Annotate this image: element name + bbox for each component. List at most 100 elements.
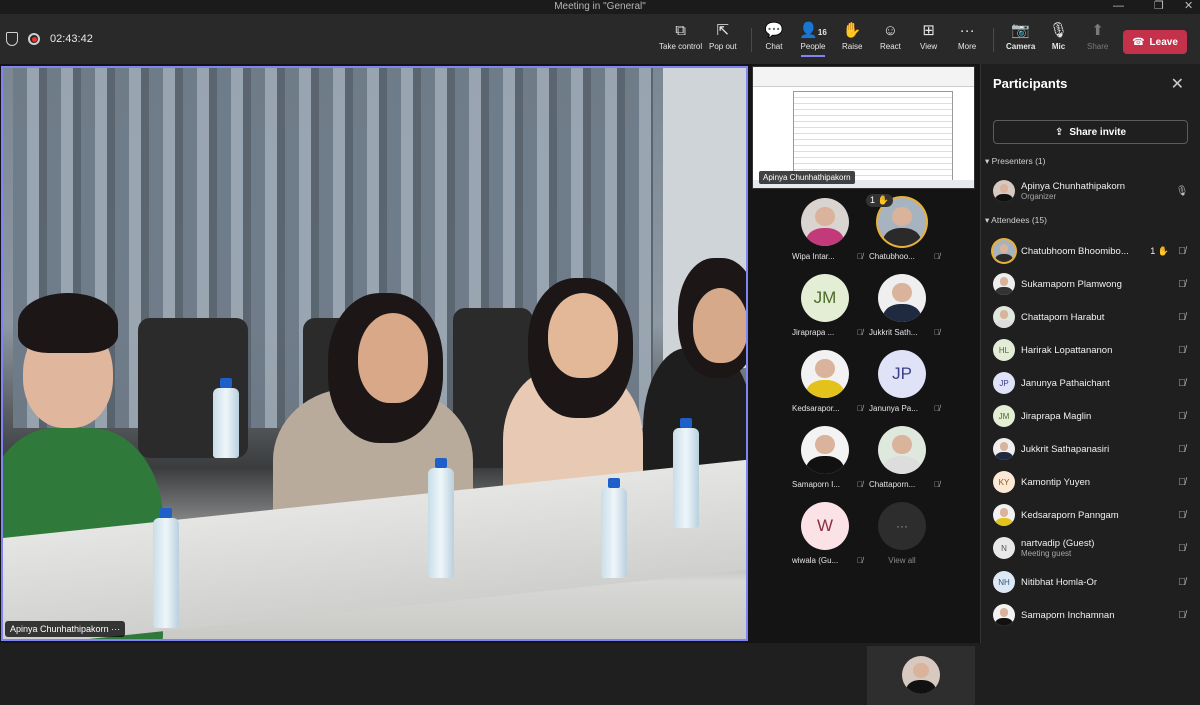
- more-options-icon[interactable]: ···: [111, 624, 120, 634]
- mic-off-icon: 🎙: [1049, 22, 1069, 39]
- avatar: [993, 180, 1015, 202]
- mic-off-icon: 🎙̸: [857, 404, 863, 413]
- participant-row[interactable]: Chatubhoom Bhoomibo... 1 ✋ 🎙̸: [993, 239, 1189, 263]
- grid-icon: ⊞: [922, 22, 935, 39]
- participant-row[interactable]: NH Nitibhat Homla-Or 🎙̸: [993, 570, 1189, 594]
- mic-off-icon: 🎙̸: [1178, 476, 1186, 488]
- participant-row[interactable]: Samaporn Inchamnan 🎙̸: [993, 603, 1189, 627]
- gallery-tile[interactable]: Kedsarapor... 🎙̸: [787, 350, 863, 413]
- avatar: [878, 426, 926, 474]
- close-icon[interactable]: ✕: [1171, 74, 1184, 94]
- minimize-icon[interactable]: —: [1113, 0, 1124, 13]
- mic-off-icon: 🎙̸: [1178, 509, 1186, 521]
- chat-button[interactable]: 💬 Chat: [764, 22, 784, 51]
- attendees-header[interactable]: ▾ Attendees (15): [985, 215, 1047, 226]
- mic-off-icon: 🎙̸: [1178, 609, 1186, 621]
- gallery-tile[interactable]: Jukkrit Sath... 🎙̸: [864, 274, 940, 337]
- gallery-tile[interactable]: JP Janunya Pa... 🎙̸: [864, 350, 940, 413]
- water-bottle: [673, 418, 699, 528]
- people-count: 16: [817, 28, 827, 37]
- shared-screen-label: Apinya Chunhathipakorn: [759, 171, 855, 184]
- participants-panel: Participants ✕ ⇪ Share invite ▾ Presente…: [980, 64, 1200, 643]
- smiley-icon: ☺: [882, 22, 899, 39]
- view-button[interactable]: ⊞ View: [920, 22, 937, 51]
- avatar: NH: [993, 571, 1015, 593]
- mic-off-icon: 🎙̸: [857, 480, 863, 489]
- mic-off-icon: 🎙̸: [1178, 542, 1186, 554]
- take-control-button[interactable]: ⧉ Take control: [659, 22, 702, 51]
- avatar: [801, 350, 849, 398]
- mic-off-icon: 🎙̸: [934, 252, 940, 261]
- gallery-tile[interactable]: JM Jiraprapa ... 🎙̸: [787, 274, 863, 337]
- raise-hand-button[interactable]: ✋ Raise: [842, 22, 862, 51]
- participant-gallery: Wipa Intar... 🎙̸ 1 ✋ Chatubhoo... 🎙̸ JM …: [752, 192, 975, 643]
- mic-off-icon: 🎙̸: [934, 480, 940, 489]
- hand-icon: ✋: [842, 22, 862, 39]
- avatar: [993, 273, 1015, 295]
- water-bottle: [428, 458, 454, 578]
- avatar: [993, 438, 1015, 460]
- mic-off-icon: 🎙̸: [1178, 278, 1186, 290]
- main-video[interactable]: Apinya Chunhathipakorn ···: [1, 66, 748, 641]
- pop-out-button[interactable]: ⇱ Pop out: [709, 22, 737, 51]
- close-window-icon[interactable]: ✕: [1184, 0, 1193, 13]
- meeting-timer: 02:43:42: [50, 33, 93, 45]
- main-video-nameplate: Apinya Chunhathipakorn ···: [5, 621, 126, 637]
- mic-off-icon: 🎙̸: [1178, 410, 1186, 422]
- participant-row[interactable]: HL Harirak Lopattananon 🎙̸: [993, 338, 1189, 362]
- camera-button[interactable]: 📷 Camera: [1006, 22, 1035, 51]
- participant-row[interactable]: Kedsaraporn Panngam 🎙̸: [993, 503, 1189, 527]
- participant-row[interactable]: KY Kamontip Yuyen 🎙̸: [993, 470, 1189, 494]
- participant-row[interactable]: JP Janunya Pathaichant 🎙̸: [993, 371, 1189, 395]
- participant-row[interactable]: Apinya Chunhathipakorn Organizer 🎙: [993, 179, 1189, 203]
- more-icon: ···: [878, 502, 926, 550]
- people-button[interactable]: 👤16 People: [799, 22, 827, 57]
- panel-title: Participants: [993, 76, 1068, 91]
- window-title: Meeting in "General": [554, 1, 646, 12]
- mic-off-icon: 🎙̸: [934, 328, 940, 337]
- avatar: N: [993, 537, 1015, 559]
- avatar: JP: [993, 372, 1015, 394]
- react-button[interactable]: ☺ React: [880, 22, 901, 51]
- chat-icon: 💬: [764, 22, 784, 39]
- more-button[interactable]: ··· More: [958, 22, 976, 51]
- avatar: [993, 240, 1015, 262]
- self-view[interactable]: [867, 646, 975, 705]
- share-screen-icon: ⬆: [1091, 22, 1104, 39]
- share-icon: ⇪: [1054, 126, 1064, 138]
- avatar: W: [801, 502, 849, 550]
- mic-off-icon: 🎙̸: [1178, 311, 1186, 323]
- people-icon: 👤16: [799, 22, 827, 39]
- view-all-button[interactable]: ··· View all: [864, 502, 940, 565]
- gallery-tile[interactable]: Chattaporn... 🎙̸: [864, 426, 940, 489]
- more-icon: ···: [959, 22, 975, 39]
- mic-off-icon: 🎙̸: [1178, 443, 1186, 455]
- gallery-tile[interactable]: W wiwala (Gu... 🎙̸: [787, 502, 863, 565]
- participant-row[interactable]: JM Jiraprapa Maglin 🎙̸: [993, 404, 1189, 428]
- mic-off-icon: 🎙̸: [934, 404, 940, 413]
- share-button[interactable]: ⬆ Share: [1087, 22, 1108, 51]
- gallery-tile[interactable]: 1 ✋ Chatubhoo... 🎙̸: [864, 194, 940, 261]
- raised-hand-badge: 1 ✋: [866, 194, 893, 207]
- shared-screen[interactable]: Apinya Chunhathipakorn: [752, 66, 975, 189]
- toolbar-divider: [993, 28, 994, 52]
- participant-row[interactable]: N nartvadip (Guest) Meeting guest 🎙̸: [993, 536, 1189, 560]
- person-hair: [18, 293, 118, 353]
- presenters-header[interactable]: ▾ Presenters (1): [985, 156, 1046, 167]
- raised-hand-badge: 1 ✋: [1150, 245, 1169, 256]
- restore-icon[interactable]: ❐: [1154, 0, 1164, 13]
- self-avatar: [902, 656, 940, 694]
- gallery-tile[interactable]: Samaporn I... 🎙̸: [787, 426, 863, 489]
- gallery-tile[interactable]: Wipa Intar... 🎙̸: [787, 198, 863, 261]
- meeting-stage: Apinya Chunhathipakorn ··· Apinya Chunha…: [0, 64, 980, 705]
- avatar: HL: [993, 339, 1015, 361]
- leave-button[interactable]: ☎ Leave: [1123, 30, 1187, 54]
- avatar: [801, 426, 849, 474]
- participant-row[interactable]: Jukkrit Sathapanasiri 🎙̸: [993, 437, 1189, 461]
- title-bar: Meeting in "General" — ❐ ✕: [0, 0, 1200, 14]
- participant-row[interactable]: Chattaporn Harabut 🎙̸: [993, 305, 1189, 329]
- avatar: KY: [993, 471, 1015, 493]
- participant-row[interactable]: Sukamaporn Plamwong 🎙̸: [993, 272, 1189, 296]
- mic-button[interactable]: 🎙 Mic: [1049, 22, 1068, 51]
- share-invite-button[interactable]: ⇪ Share invite: [993, 120, 1188, 144]
